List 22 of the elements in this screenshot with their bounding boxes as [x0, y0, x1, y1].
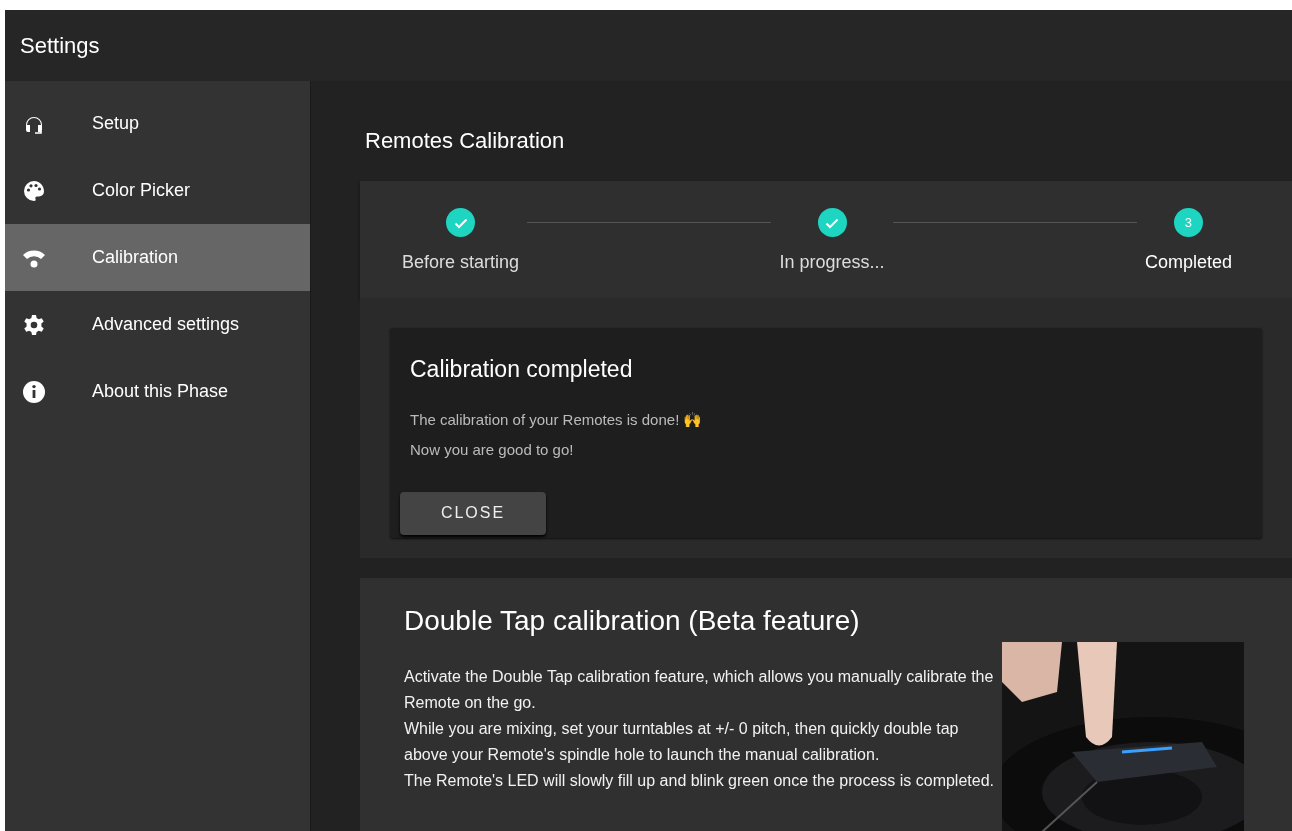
- step-number: 3: [1173, 208, 1203, 237]
- palette-icon: [22, 178, 46, 203]
- message-text: Now you are good to go!: [410, 440, 575, 460]
- step-label: Completed: [1144, 251, 1232, 274]
- page-title: Remotes Calibration: [365, 127, 566, 155]
- card-title: Calibration completed: [410, 355, 634, 384]
- section-title: Double Tap calibration (Beta feature): [404, 604, 861, 638]
- sidebar-item[interactable]: Calibration: [5, 224, 310, 291]
- sidebar-item[interactable]: About this Phase: [5, 358, 310, 425]
- sidebar-item[interactable]: Advanced settings: [5, 291, 310, 358]
- step-label: In progress...: [779, 251, 885, 274]
- description-text: Activate the Double Tap calibration feature, which allows you manually calibrate the Remote on the go.: [404, 667, 995, 713]
- step-label: Before starting: [402, 251, 520, 274]
- sidebar-item[interactable]: Setup: [5, 90, 310, 157]
- sidebar-item[interactable]: Color Picker: [5, 157, 310, 224]
- message-text: The calibration of your Remotes is done! 🙌: [410, 409, 704, 430]
- description-text: While you are mixing, set your turntables at +/- 0 pitch, then quickly double tap above your Remote's spindle hole to launch the manual calibration.: [404, 719, 960, 765]
- close-button[interactable]: CLOSE: [400, 491, 546, 535]
- description-text: The Remote's LED will slowly fill up and blink green once the process is completed.: [404, 771, 995, 791]
- window-title: Settings: [20, 32, 100, 60]
- gear-icon: [22, 312, 46, 337]
- info-icon: [22, 379, 46, 404]
